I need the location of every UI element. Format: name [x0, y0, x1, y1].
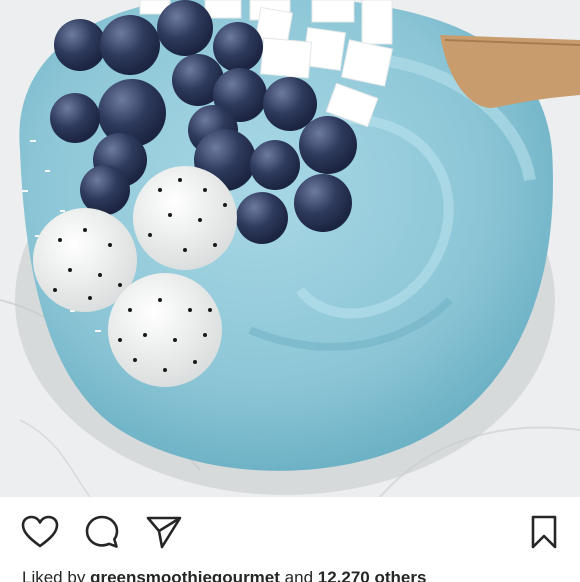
smoothie-bowl-photo: [0, 0, 580, 497]
paper-plane-icon: [145, 514, 183, 550]
heart-icon: [21, 515, 59, 549]
save-button[interactable]: [524, 512, 564, 552]
comment-icon: [84, 514, 120, 550]
share-button[interactable]: [144, 512, 184, 552]
comment-button[interactable]: [82, 512, 122, 552]
bookmark-icon: [530, 514, 558, 550]
post-photo[interactable]: [0, 0, 580, 497]
like-button[interactable]: [20, 512, 60, 552]
post-action-bar: [0, 497, 580, 565]
